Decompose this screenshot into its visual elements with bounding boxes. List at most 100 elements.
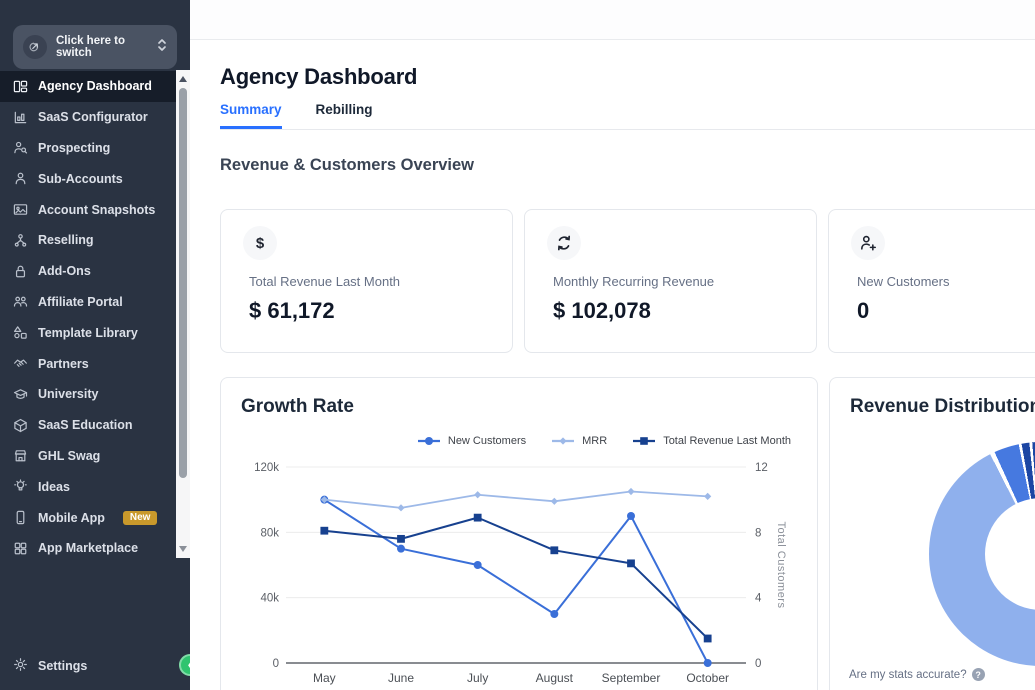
sidebar-item-sub-accounts[interactable]: Sub-Accounts — [0, 163, 176, 194]
charts-row: Growth Rate New Customers MRR Total Reve… — [220, 377, 1035, 690]
recurring-icon — [547, 226, 581, 260]
sidebar-item-settings[interactable]: Settings — [0, 651, 176, 681]
svg-text:Total Customers: Total Customers — [775, 522, 787, 609]
sidebar: Click here to switch Agency Dashboard Saa… — [0, 0, 201, 690]
sidebar-item-add-ons[interactable]: Add-Ons — [0, 256, 176, 287]
account-switcher-button[interactable]: Click here to switch — [13, 25, 177, 69]
reselling-icon — [13, 233, 28, 248]
partners-icon — [13, 356, 28, 371]
gear-icon — [13, 657, 28, 675]
sidebar-scrollbar[interactable] — [176, 70, 190, 558]
stat-label: New Customers — [857, 274, 950, 289]
template-library-icon — [13, 325, 28, 340]
dollar-icon: $ — [243, 226, 277, 260]
page-title: Agency Dashboard — [220, 64, 418, 89]
sidebar-item-label: Affiliate Portal — [38, 294, 123, 309]
sidebar-item-mobile-app[interactable]: Mobile App New — [0, 502, 176, 533]
growth-rate-card: Growth Rate New Customers MRR Total Reve… — [220, 377, 818, 690]
legend-marker-icon — [417, 437, 440, 445]
ideas-icon — [13, 479, 28, 494]
stat-value: $ 102,078 — [553, 298, 651, 323]
legend-label: New Customers — [447, 435, 527, 447]
sidebar-item-label: Sub-Accounts — [38, 171, 123, 186]
app-window: Click here to switch Agency Dashboard Saa… — [0, 0, 1035, 690]
mobile-app-icon — [13, 510, 28, 525]
chevron-up-down-icon — [157, 37, 167, 58]
sidebar-item-ghl-swag[interactable]: GHL Swag — [0, 441, 176, 472]
affiliate-portal-icon — [13, 294, 28, 309]
svg-text:July: July — [467, 671, 488, 685]
stat-label: Monthly Recurring Revenue — [553, 274, 715, 289]
legend-item-new-customers[interactable]: New Customers — [416, 435, 526, 447]
sidebar-item-university[interactable]: University — [0, 379, 176, 410]
sidebar-item-ideas[interactable]: Ideas — [0, 471, 176, 502]
legend-label: MRR — [582, 435, 608, 447]
stat-label: Total Revenue Last Month — [249, 274, 401, 289]
sidebar-item-label: Prospecting — [38, 140, 111, 155]
growth-chart-title: Growth Rate — [241, 396, 354, 417]
add-ons-icon — [13, 264, 28, 279]
sidebar-item-label: Add-Ons — [38, 264, 91, 279]
stat-card-total-revenue: $ Total Revenue Last Month $ 61,172 — [220, 209, 513, 353]
user-plus-icon — [851, 226, 885, 260]
svg-text:August: August — [536, 671, 574, 685]
saas-configurator-icon — [13, 110, 28, 125]
sidebar-menu: Agency Dashboard SaaS Configurator Prospec… — [0, 71, 176, 564]
account-snapshots-icon — [13, 202, 28, 217]
svg-text:0: 0 — [755, 658, 761, 670]
sidebar-item-app-marketplace[interactable]: App Marketplace — [0, 533, 176, 564]
sidebar-item-label: Partners — [38, 356, 89, 371]
scrollbar-thumb[interactable] — [179, 88, 187, 478]
svg-text:8: 8 — [755, 527, 761, 539]
scroll-up-arrow-icon[interactable] — [179, 76, 187, 82]
svg-text:0: 0 — [273, 658, 279, 670]
stat-card-new-customers: New Customers 0 — [828, 209, 1035, 353]
sidebar-item-label: Mobile App — [38, 510, 105, 525]
scroll-down-arrow-icon[interactable] — [179, 546, 187, 552]
sidebar-item-partners[interactable]: Partners — [0, 348, 176, 379]
tab-rebilling[interactable]: Rebilling — [316, 102, 373, 129]
svg-text:12: 12 — [755, 462, 768, 474]
svg-text:June: June — [388, 671, 414, 685]
sidebar-item-label: Account Snapshots — [38, 202, 156, 217]
legend-item-mrr[interactable]: MRR — [550, 435, 607, 447]
stat-cards-row: $ Total Revenue Last Month $ 61,172 Mont… — [220, 209, 1035, 353]
sidebar-item-label: Ideas — [38, 479, 70, 494]
sidebar-item-reselling[interactable]: Reselling — [0, 225, 176, 256]
switcher-icon — [23, 35, 47, 59]
sidebar-item-account-snapshots[interactable]: Account Snapshots — [0, 194, 176, 225]
svg-text:80k: 80k — [260, 527, 279, 539]
svg-text:September: September — [602, 671, 661, 685]
stat-value: 0 — [857, 298, 870, 323]
growth-chart-svg: 0 40k 80k 120k 0 4 8 12 May June July August Septemb… — [254, 462, 787, 685]
ghl-swag-icon — [13, 448, 28, 463]
switcher-label: Click here to switch — [56, 35, 126, 59]
sidebar-item-agency-dashboard[interactable]: Agency Dashboard — [0, 71, 176, 102]
svg-text:40k: 40k — [260, 593, 279, 605]
legend-marker-icon — [633, 437, 656, 445]
sidebar-item-prospecting[interactable]: Prospecting — [0, 133, 176, 164]
sidebar-item-saas-configurator[interactable]: SaaS Configurator — [0, 102, 176, 133]
stat-value: $ 61,172 — [249, 298, 335, 323]
stats-accuracy-link[interactable]: Are my stats accurate? ? — [849, 668, 985, 681]
svg-text:4: 4 — [755, 593, 762, 605]
tab-summary[interactable]: Summary — [220, 102, 282, 129]
sidebar-item-template-library[interactable]: Template Library — [0, 317, 176, 348]
app-marketplace-icon — [13, 541, 28, 556]
legend-item-total-revenue-last-month[interactable]: Total Revenue Last Month — [631, 435, 791, 447]
sidebar-item-saas-education[interactable]: SaaS Education — [0, 410, 176, 441]
sub-accounts-icon — [13, 171, 28, 186]
svg-text:October: October — [686, 671, 729, 685]
saas-education-icon — [13, 418, 28, 433]
sidebar-item-label: Template Library — [38, 325, 138, 340]
settings-label: Settings — [38, 659, 88, 673]
sidebar-item-affiliate-portal[interactable]: Affiliate Portal — [0, 287, 176, 318]
new-badge: New — [122, 510, 158, 525]
sidebar-item-label: University — [38, 387, 99, 402]
sidebar-item-label: GHL Swag — [38, 448, 101, 463]
top-bar — [190, 0, 1035, 40]
stat-card-mrr: Monthly Recurring Revenue $ 102,078 — [524, 209, 817, 353]
agency-dashboard-icon — [13, 79, 28, 94]
svg-text:120k: 120k — [254, 462, 279, 474]
sidebar-item-label: Agency Dashboard — [38, 79, 152, 94]
